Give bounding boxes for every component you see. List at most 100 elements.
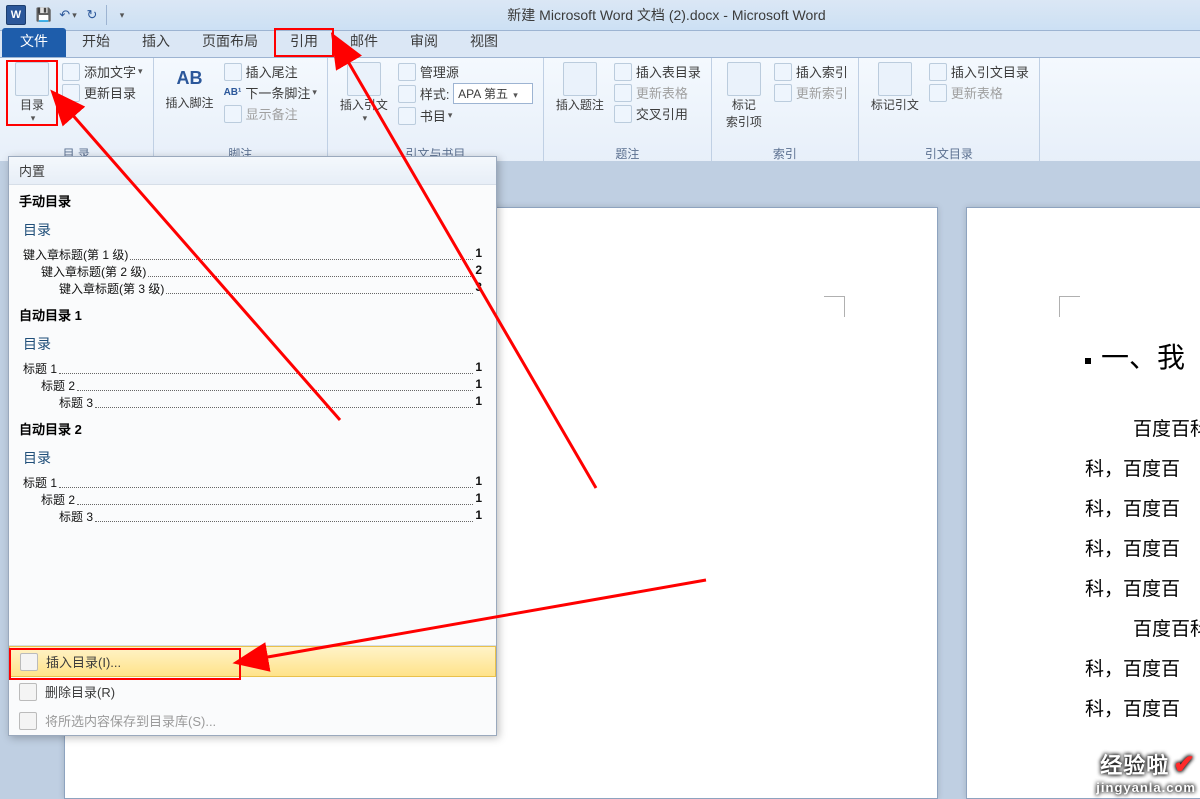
- update-tof-button: 更新表格: [614, 83, 701, 102]
- group-footnotes: AB 插入脚注 插入尾注 AB¹下一条脚注 ▾ 显示备注 脚注: [154, 58, 328, 165]
- style-value[interactable]: APA 第五 ▾: [453, 83, 533, 104]
- biblio-icon: [398, 107, 416, 125]
- toc-preview-line: 标题 31: [59, 508, 482, 525]
- show-notes-button: 显示备注: [224, 104, 317, 123]
- insert-endnote-button[interactable]: 插入尾注: [224, 62, 317, 81]
- update-index-button: 更新索引: [774, 83, 848, 102]
- tab-insert[interactable]: 插入: [126, 28, 186, 57]
- chevron-down-icon: ▾: [31, 113, 36, 124]
- update-tof-icon: [614, 84, 632, 102]
- mark-citation-icon: [878, 62, 912, 96]
- toc-preview-title: 目录: [23, 448, 482, 468]
- update-toa-button: 更新表格: [929, 83, 1029, 102]
- mark-index-button[interactable]: 标记 索引项: [718, 60, 770, 132]
- group-citations: 插入引文 ▾ 管理源 样式: APA 第五 ▾ 书目 ▾ 引文与书目: [328, 58, 544, 165]
- update-toa-icon: [929, 84, 947, 102]
- page-2-line: 科，百度百: [1085, 490, 1200, 530]
- insert-footnote-button[interactable]: AB 插入脚注: [160, 60, 220, 113]
- style-icon: [398, 85, 416, 103]
- gallery-caption-auto2: 自动目录 2: [19, 419, 486, 438]
- gallery-caption-auto1: 自动目录 1: [19, 305, 486, 324]
- add-text-icon: [62, 63, 80, 81]
- page-2-content: 一、我 百度百科 科，百度百 科，百度百 科，百度百 科，百度百 百度百科 科，…: [1085, 336, 1200, 730]
- gallery-item-auto2[interactable]: 目录 标题 11 标题 21 标题 31: [19, 440, 486, 527]
- toc-preview-line: 标题 11: [23, 474, 482, 491]
- toc-preview-line: 键入章标题(第 1 级)1: [23, 246, 482, 263]
- update-index-icon: [774, 84, 792, 102]
- page-2-line: 科，百度百: [1085, 450, 1200, 490]
- tab-home[interactable]: 开始: [66, 28, 126, 57]
- ribbon-tabs: 文件 开始 插入 页面布局 引用 邮件 审阅 视图: [0, 31, 1200, 58]
- gallery-item-manual[interactable]: 目录 键入章标题(第 1 级)1 键入章标题(第 2 级)2 键入章标题(第 3…: [19, 212, 486, 299]
- toc-preview-line: 键入章标题(第 2 级)2: [41, 263, 482, 280]
- toc-preview-title: 目录: [23, 334, 482, 354]
- qat-customize-icon[interactable]: ▾: [110, 4, 132, 26]
- next-footnote-icon: AB¹: [224, 87, 242, 98]
- group-captions: 插入题注 插入表目录 更新表格 交叉引用 题注: [544, 58, 712, 165]
- word-app-icon: W: [6, 5, 26, 25]
- ribbon: 目录 ▾ 添加文字 ▾ 更新目录 目 录 AB 插入脚注 插入尾注 AB¹下一条…: [0, 58, 1200, 164]
- cross-ref-button[interactable]: 交叉引用: [614, 104, 701, 123]
- insert-caption-button[interactable]: 插入题注: [550, 60, 610, 115]
- save-gallery-icon: [19, 712, 37, 730]
- undo-icon[interactable]: ↶▾: [57, 4, 79, 26]
- bibliography-button[interactable]: 书目 ▾: [398, 106, 533, 125]
- show-notes-icon: [224, 105, 242, 123]
- add-text-button[interactable]: 添加文字 ▾: [62, 62, 143, 81]
- insert-index-button[interactable]: 插入索引: [774, 62, 848, 81]
- toc-gallery: 手动目录 目录 键入章标题(第 1 级)1 键入章标题(第 2 级)2 键入章标…: [9, 185, 496, 645]
- window-title: 新建 Microsoft Word 文档 (2).docx - Microsof…: [133, 5, 1200, 25]
- page-2[interactable]: 一、我 百度百科 科，百度百 科，百度百 科，百度百 科，百度百 百度百科 科，…: [966, 207, 1200, 799]
- insert-index-icon: [774, 63, 792, 81]
- insert-toa-button[interactable]: 插入引文目录: [929, 62, 1029, 81]
- page-2-line: 科，百度百: [1085, 650, 1200, 690]
- toc-preview-line: 标题 11: [23, 360, 482, 377]
- gallery-item-auto1[interactable]: 目录 标题 11 标题 21 标题 31: [19, 326, 486, 413]
- manage-sources-icon: [398, 63, 416, 81]
- insert-tof-button[interactable]: 插入表目录: [614, 62, 701, 81]
- mark-citation-button[interactable]: 标记引文: [865, 60, 925, 115]
- gallery-caption-manual: 手动目录: [19, 191, 486, 210]
- save-to-gallery-menu-item: 将所选内容保存到目录库(S)...: [9, 706, 496, 735]
- page-2-heading: 一、我: [1085, 336, 1200, 376]
- remove-toc-icon: [19, 683, 37, 701]
- titlebar: W 💾 ↶▾ ↻ ▾ 新建 Microsoft Word 文档 (2).docx…: [0, 0, 1200, 31]
- caption-icon: [563, 62, 597, 96]
- tab-references[interactable]: 引用: [274, 28, 334, 57]
- tab-review[interactable]: 审阅: [394, 28, 454, 57]
- crop-mark-icon: [1059, 296, 1080, 317]
- page-2-line: 百度百科: [1133, 610, 1200, 650]
- toc-preview-line: 标题 21: [41, 491, 482, 508]
- next-footnote-button[interactable]: AB¹下一条脚注 ▾: [224, 83, 317, 102]
- save-icon[interactable]: 💾: [33, 4, 55, 26]
- page-2-line: 科，百度百: [1085, 570, 1200, 610]
- style-selector[interactable]: 样式: APA 第五 ▾: [398, 83, 533, 104]
- redo-icon[interactable]: ↻: [81, 4, 103, 26]
- manage-sources-button[interactable]: 管理源: [398, 62, 533, 81]
- tab-layout[interactable]: 页面布局: [186, 28, 274, 57]
- insert-toc-icon: [20, 653, 38, 671]
- group-index: 标记 索引项 插入索引 更新索引 索引: [712, 58, 859, 165]
- tab-file[interactable]: 文件: [2, 28, 66, 57]
- footnote-ab-icon: AB: [174, 62, 206, 94]
- crop-mark-icon: [824, 296, 845, 317]
- insert-toa-icon: [929, 63, 947, 81]
- insert-citation-button[interactable]: 插入引文 ▾: [334, 60, 394, 126]
- toc-preview-line: 标题 31: [59, 394, 482, 411]
- toc-icon: [15, 62, 49, 96]
- mark-index-icon: [727, 62, 761, 96]
- toc-panel-actions: 插入目录(I)... 删除目录(R) 将所选内容保存到目录库(S)...: [9, 645, 496, 735]
- page-2-line: 科，百度百: [1085, 530, 1200, 570]
- citation-icon: [347, 62, 381, 96]
- tab-mailings[interactable]: 邮件: [334, 28, 394, 57]
- tab-view[interactable]: 视图: [454, 28, 514, 57]
- remove-toc-menu-item[interactable]: 删除目录(R): [9, 677, 496, 706]
- toc-button[interactable]: 目录 ▾: [6, 60, 58, 126]
- insert-toc-menu-item[interactable]: 插入目录(I)...: [9, 646, 496, 677]
- group-toc: 目录 ▾ 添加文字 ▾ 更新目录 目 录: [0, 58, 154, 165]
- update-icon: [62, 84, 80, 102]
- update-toc-button[interactable]: 更新目录: [62, 83, 143, 102]
- group-toa: 标记引文 插入引文目录 更新表格 引文目录: [859, 58, 1040, 165]
- toc-label: 目录: [20, 96, 44, 113]
- cross-ref-icon: [614, 105, 632, 123]
